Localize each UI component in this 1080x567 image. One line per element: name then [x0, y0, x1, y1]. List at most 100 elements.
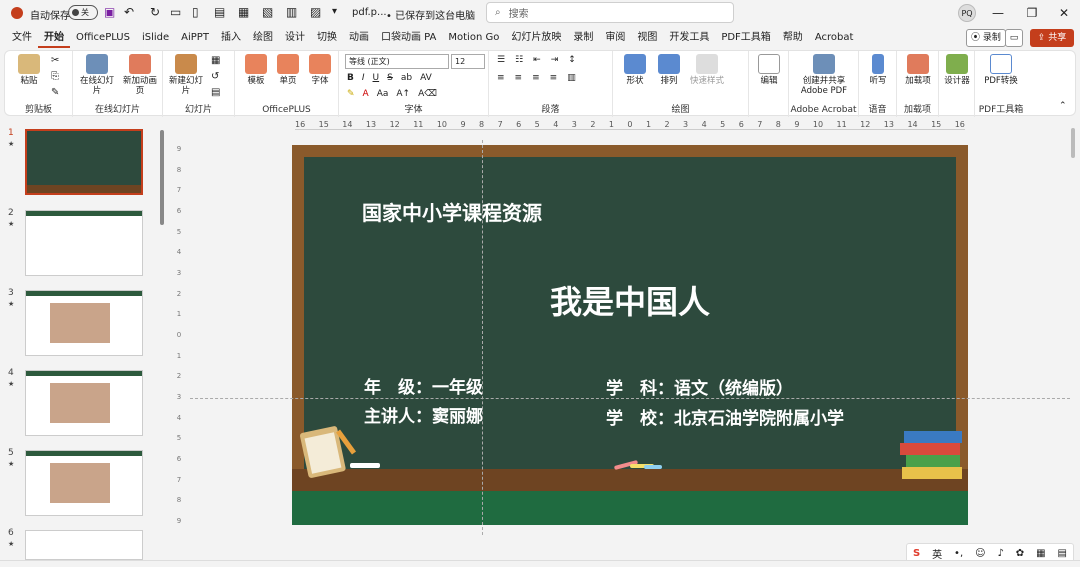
tab-design[interactable]: 设计 [279, 28, 311, 48]
format-icon[interactable]: ▨ [310, 5, 321, 19]
copy-icon[interactable]: ⎘ [51, 71, 59, 82]
punctuation-icon[interactable]: •, [954, 548, 963, 559]
numbering-icon[interactable]: ☷ [515, 55, 523, 65]
justify-icon[interactable]: ≡ [550, 73, 558, 83]
char-spacing-icon[interactable]: ab [401, 73, 412, 83]
slide-thumbnail-4[interactable] [25, 370, 143, 436]
tab-transitions[interactable]: 切换 [311, 28, 343, 48]
align-right-icon[interactable]: ≡ [532, 73, 540, 83]
layout-icon[interactable]: ▧ [262, 5, 273, 19]
tab-home[interactable]: 开始 [38, 28, 70, 48]
cut-icon[interactable]: ✂ [51, 55, 59, 66]
paste-button[interactable]: 粘贴 [11, 54, 47, 86]
tab-developer[interactable]: 开发工具 [663, 28, 715, 48]
slide-thumbnail-5[interactable] [25, 450, 143, 516]
edit-button[interactable]: 编辑 [753, 54, 785, 86]
tab-pocket-animation[interactable]: 口袋动画 PA [375, 28, 442, 48]
font-family-select[interactable]: 等线 (正文) [345, 54, 449, 69]
slide-thumbnail-6[interactable] [25, 530, 143, 560]
line-spacing-icon[interactable]: ↕ [568, 55, 576, 65]
create-share-pdf-button[interactable]: 创建并共享 Adobe PDF [793, 54, 855, 96]
bold-icon[interactable]: B [347, 73, 354, 83]
change-case-icon[interactable]: AV [420, 73, 432, 83]
tab-motion-go[interactable]: Motion Go [442, 28, 505, 48]
single-page-button[interactable]: 单页 [273, 54, 303, 86]
new-icon[interactable]: ▯ [192, 5, 199, 19]
close-icon[interactable]: ✕ [1046, 0, 1080, 26]
save-icon[interactable]: ▣ [104, 5, 115, 19]
template-button[interactable]: 模板 [241, 54, 271, 86]
tab-insert[interactable]: 插入 [215, 28, 247, 48]
tab-file[interactable]: 文件 [6, 28, 38, 48]
designer-button[interactable]: 设计器 [942, 54, 972, 86]
font-color-icon[interactable]: A [363, 89, 369, 99]
table-icon[interactable]: ▥ [286, 5, 297, 19]
sogou-icon[interactable]: S [913, 548, 920, 559]
shapes-button[interactable]: 形状 [619, 54, 651, 86]
grow-font-icon[interactable]: A↑ [396, 89, 410, 99]
grid-icon[interactable]: ▦ [238, 5, 249, 19]
restore-icon[interactable]: ❐ [1014, 0, 1050, 26]
dictate-button[interactable]: 听写 [863, 54, 893, 86]
slide-thumbnail-2[interactable] [25, 210, 143, 276]
collapse-ribbon-icon[interactable]: ⌃ [1059, 101, 1067, 111]
pdf-convert-button[interactable]: PDF转换 [979, 54, 1023, 86]
minimize-icon[interactable]: — [980, 0, 1016, 26]
font-button[interactable]: 字体 [305, 54, 335, 86]
decrease-indent-icon[interactable]: ⇤ [533, 55, 541, 65]
slide-thumbnail-3[interactable] [25, 290, 143, 356]
highlight-icon[interactable]: ✎ [347, 89, 355, 99]
tab-pdf-toolbox[interactable]: PDF工具箱 [715, 28, 776, 48]
slide-header[interactable]: 国家中小学课程资源 [362, 197, 542, 226]
more-icon[interactable]: ▤ [1057, 548, 1066, 559]
slide-canvas[interactable]: 国家中小学课程资源 我是中国人 年 级：一年级 学 科：语文（统编版） 主讲人：… [292, 145, 968, 525]
section-icon[interactable]: ▤ [211, 87, 220, 98]
share-button[interactable]: ⇪ 共享 [1030, 29, 1074, 47]
undo-icon[interactable]: ↶ [124, 5, 134, 19]
bullets-icon[interactable]: ☰ [497, 55, 505, 65]
new-slide-button[interactable]: 新建幻灯片 [169, 54, 203, 96]
save-status[interactable]: • 已保存到这台电脑 [386, 7, 475, 22]
emoji-icon[interactable]: ☺ [975, 548, 985, 559]
search-box[interactable]: ⌕ 搜索 [486, 2, 734, 23]
font-size-select[interactable]: 12 [451, 54, 485, 69]
toolbox-icon[interactable]: ▦ [1036, 548, 1045, 559]
tab-record[interactable]: 录制 [567, 28, 599, 48]
increase-indent-icon[interactable]: ⇥ [551, 55, 559, 65]
voice-input-icon[interactable]: ♪ [997, 548, 1003, 559]
customize-qat-icon[interactable]: ▾ [332, 6, 337, 17]
online-slides-button[interactable]: 在线幻灯片 [79, 54, 115, 96]
reset-icon[interactable]: ↺ [211, 71, 219, 82]
horizontal-guide[interactable] [190, 398, 1070, 399]
tab-review[interactable]: 审阅 [599, 28, 631, 48]
slide-thumbnail-1[interactable] [25, 129, 143, 195]
canvas-scrollbar[interactable] [1070, 128, 1076, 558]
layout-icon[interactable]: ▦ [211, 55, 220, 66]
school-text[interactable]: 学 校：北京石油学院附属小学 [606, 404, 844, 429]
tab-officeplus[interactable]: OfficePLUS [70, 28, 136, 48]
print-icon[interactable]: ▤ [214, 5, 225, 19]
format-painter-icon[interactable]: ✎ [51, 87, 59, 98]
avatar[interactable]: PQ [958, 4, 976, 22]
italic-icon[interactable]: I [362, 73, 365, 83]
clear-format-icon[interactable]: A⌫ [418, 89, 437, 99]
case-icon[interactable]: Aa [377, 89, 389, 99]
align-left-icon[interactable]: ≡ [497, 73, 505, 83]
vertical-guide[interactable] [482, 140, 483, 535]
tab-draw[interactable]: 绘图 [247, 28, 279, 48]
align-center-icon[interactable]: ≡ [515, 73, 523, 83]
tab-slideshow[interactable]: 幻灯片放映 [505, 28, 567, 48]
ime-language[interactable]: 英 [932, 546, 942, 561]
tab-view[interactable]: 视图 [631, 28, 663, 48]
slide-title[interactable]: 我是中国人 [292, 277, 968, 323]
arrange-button[interactable]: 排列 [653, 54, 685, 86]
tab-acrobat[interactable]: Acrobat [809, 28, 860, 48]
autosave-toggle[interactable]: 关 [68, 5, 98, 20]
skin-icon[interactable]: ✿ [1016, 548, 1024, 559]
quick-styles-button[interactable]: 快速样式 [687, 54, 727, 86]
underline-icon[interactable]: U [373, 73, 380, 83]
redo-icon[interactable]: ↻ [150, 5, 160, 19]
strikethrough-icon[interactable]: S [387, 73, 393, 83]
tab-help[interactable]: 帮助 [777, 28, 809, 48]
speaker-text[interactable]: 主讲人：窦丽娜 [364, 402, 483, 427]
